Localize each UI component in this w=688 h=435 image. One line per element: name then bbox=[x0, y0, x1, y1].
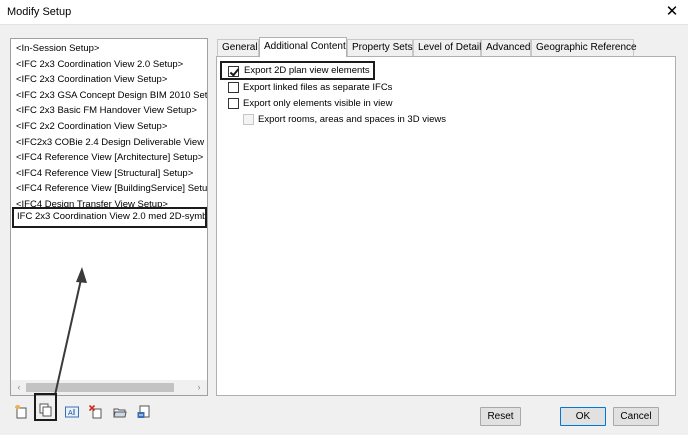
window-title: Modify Setup bbox=[7, 6, 72, 18]
export-2d-checkbox[interactable] bbox=[228, 65, 239, 77]
title-bar: Modify Setup ✕ bbox=[0, 0, 688, 24]
setup-item[interactable]: <IFC4 Reference View [Architecture] Setu… bbox=[11, 150, 207, 166]
duplicate-setup-icon[interactable] bbox=[34, 393, 57, 421]
linked-files-checkbox[interactable] bbox=[228, 82, 239, 93]
scroll-thumb[interactable] bbox=[26, 383, 174, 392]
export-2d-label: Export 2D plan view elements bbox=[244, 65, 370, 76]
dialog-body: <In-Session Setup> <IFC 2x3 Coordination… bbox=[0, 24, 688, 435]
tab-geographic-reference[interactable]: Geographic Reference bbox=[531, 39, 637, 56]
setup-item[interactable]: <IFC 2x3 Basic FM Handover View Setup> bbox=[11, 103, 207, 119]
scroll-right-icon[interactable]: › bbox=[192, 381, 206, 394]
linked-files-label: Export linked files as separate IFCs bbox=[243, 82, 393, 93]
cancel-button[interactable]: Cancel bbox=[613, 407, 659, 426]
new-setup-icon[interactable] bbox=[14, 401, 32, 423]
save-setup-icon[interactable] bbox=[136, 401, 154, 423]
setup-list-items: <In-Session Setup> <IFC 2x3 Coordination… bbox=[11, 41, 207, 228]
rename-setup-icon[interactable]: A bbox=[64, 401, 82, 423]
setup-item[interactable]: <IFC 2x3 Coordination View 2.0 Setup> bbox=[11, 57, 207, 73]
svg-text:A: A bbox=[68, 410, 73, 417]
open-setup-icon[interactable] bbox=[112, 401, 130, 423]
setup-item[interactable]: <IFC 2x2 Coordination View Setup> bbox=[11, 119, 207, 135]
option-export-rooms-3d: Export rooms, areas and spaces in 3D vie… bbox=[243, 112, 473, 127]
delete-setup-icon[interactable] bbox=[88, 401, 106, 423]
option-export-linked-files[interactable]: Export linked files as separate IFCs bbox=[228, 80, 428, 95]
tab-general[interactable]: General bbox=[217, 39, 259, 56]
visible-only-checkbox[interactable] bbox=[228, 98, 239, 109]
tab-advanced[interactable]: Advanced bbox=[481, 39, 531, 56]
tab-additional-content[interactable]: Additional Content bbox=[259, 37, 347, 57]
close-icon[interactable]: ✕ bbox=[664, 2, 680, 22]
setup-item[interactable]: <In-Session Setup> bbox=[11, 41, 207, 57]
setup-list[interactable]: <In-Session Setup> <IFC 2x3 Coordination… bbox=[10, 38, 208, 396]
setup-item[interactable]: <IFC4 Design Transfer View Setup> bbox=[11, 197, 207, 207]
scroll-left-icon[interactable]: ‹ bbox=[12, 381, 26, 394]
visible-only-label: Export only elements visible in view bbox=[243, 98, 393, 109]
option-export-visible-only[interactable]: Export only elements visible in view bbox=[228, 96, 428, 111]
setup-item[interactable]: <IFC2x3 COBie 2.4 Design Deliverable Vie… bbox=[11, 135, 207, 151]
tab-property-sets[interactable]: Property Sets bbox=[347, 39, 413, 56]
option-export-2d-plan-view-elements[interactable]: Export 2D plan view elements bbox=[220, 61, 375, 80]
setup-item[interactable]: <IFC4 Reference View [Structural] Setup> bbox=[11, 166, 207, 182]
tab-level-of-detail[interactable]: Level of Detail bbox=[413, 39, 481, 56]
rooms-3d-checkbox bbox=[243, 114, 254, 125]
rooms-3d-label: Export rooms, areas and spaces in 3D vie… bbox=[258, 114, 446, 125]
ok-button[interactable]: OK bbox=[560, 407, 606, 426]
reset-button[interactable]: Reset bbox=[480, 407, 521, 426]
setup-item-selected[interactable]: IFC 2x3 Coordination View 2.0 med 2D-sym… bbox=[12, 206, 207, 228]
setup-item[interactable]: <IFC4 Reference View [BuildingService] S… bbox=[11, 181, 207, 197]
setup-item[interactable]: <IFC 2x3 GSA Concept Design BIM 2010 Set… bbox=[11, 88, 207, 104]
setup-item[interactable]: <IFC 2x3 Coordination View Setup> bbox=[11, 72, 207, 88]
additional-content-panel: Export 2D plan view elements Export link… bbox=[216, 56, 676, 396]
